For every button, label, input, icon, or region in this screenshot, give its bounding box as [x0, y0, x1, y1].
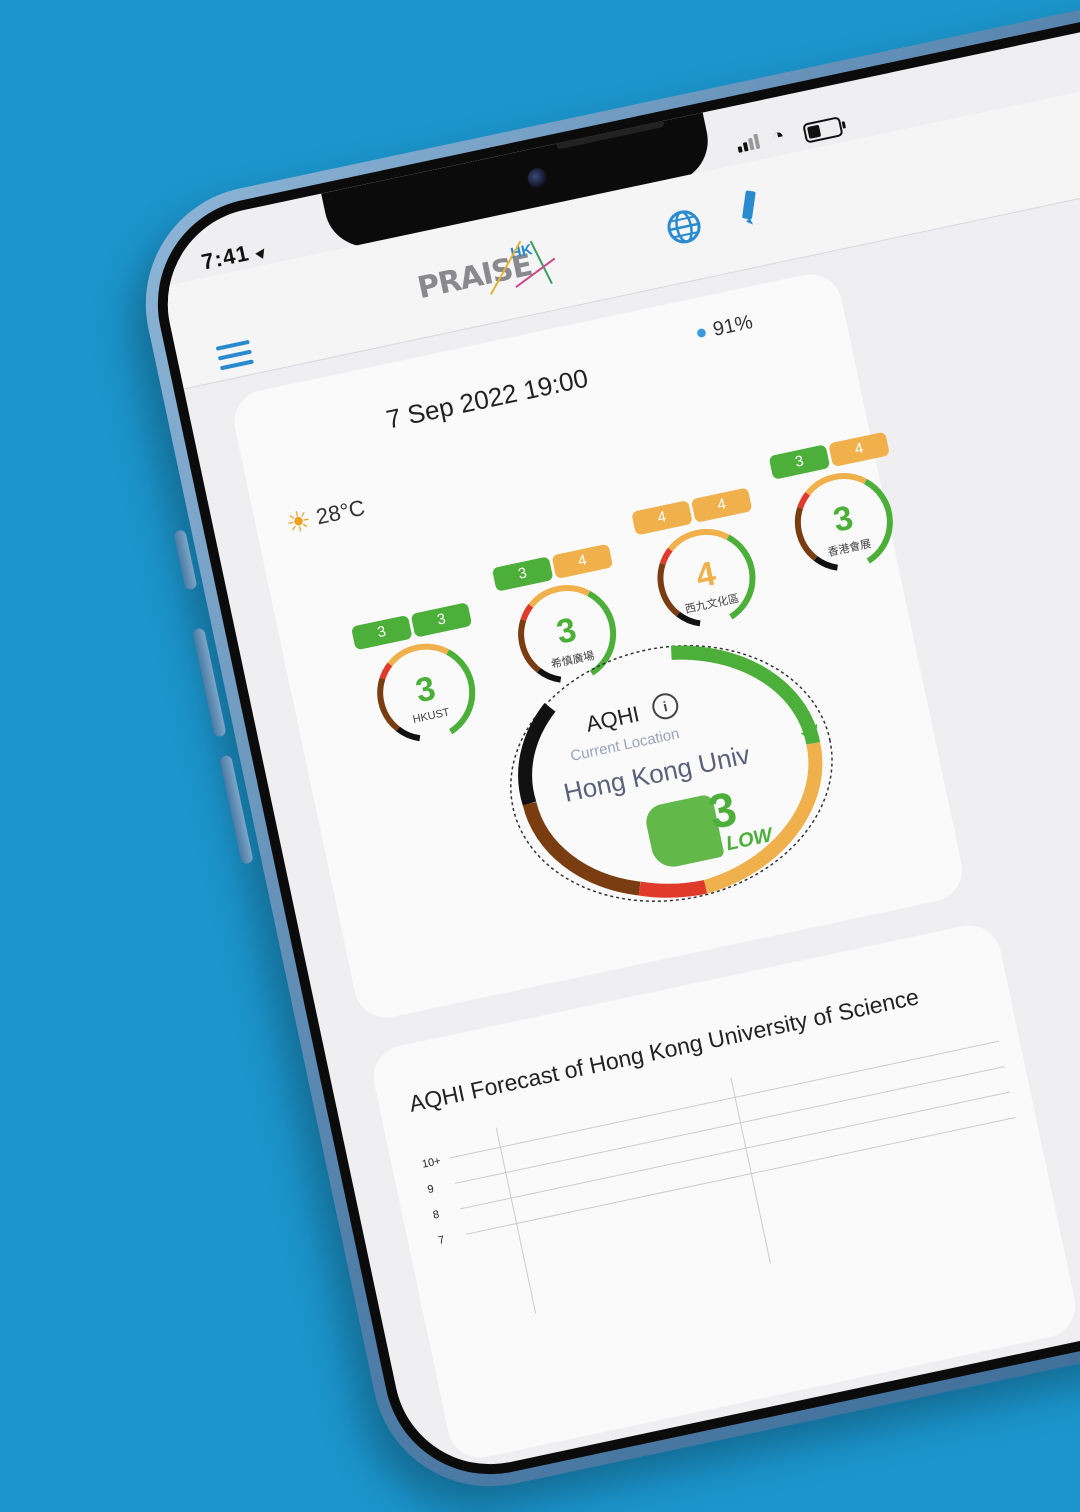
sun-icon: ☀: [283, 504, 315, 540]
y-tick-label: 8: [432, 1209, 440, 1222]
screen: 7:41▲ ◔ PRAISE HK 7 Sep 2022 19:00 ●91% …: [150, 5, 1080, 1483]
forecast-chart: 10+ 9 8 7: [421, 1040, 1016, 1314]
gridline: [465, 1116, 1016, 1235]
logo-rays: [489, 240, 556, 296]
app-logo: PRAISE HK: [412, 227, 571, 317]
temperature-value: 28°C: [313, 494, 368, 530]
phone: 7:41▲ ◔ PRAISE HK 7 Sep 2022 19:00 ●91% …: [123, 0, 1080, 1509]
station-gauge[interactable]: 3 3 3 HKUST: [350, 602, 500, 774]
location-arrow-icon: ▲: [250, 241, 274, 265]
water-drop-icon: ●: [693, 320, 710, 345]
temperature-readout: ☀28°C: [283, 492, 368, 541]
signal-icon: [736, 133, 764, 158]
station-gauge[interactable]: 3 4 3 香港會展: [768, 431, 918, 603]
globe-icon[interactable]: [663, 206, 706, 249]
humidity-readout: ●91%: [693, 311, 755, 346]
humidity-value: 91%: [710, 311, 755, 341]
y-tick-label: 9: [426, 1183, 434, 1196]
y-tick-label: 7: [437, 1234, 445, 1247]
gridline: [449, 1040, 1000, 1159]
pencil-icon[interactable]: [730, 184, 768, 229]
y-tick-label: 10+: [421, 1155, 442, 1171]
battery-icon: [802, 116, 847, 144]
wifi-icon: ◔: [768, 122, 787, 150]
gridline: [460, 1091, 1011, 1210]
aqhi-summary-card: 7 Sep 2022 19:00 ●91% ☀28°C 3 3 3 HKUST …: [228, 268, 969, 1024]
menu-icon[interactable]: [215, 339, 255, 376]
camera-icon: [525, 166, 550, 191]
datetime-label: 7 Sep 2022 19:00: [383, 362, 591, 435]
